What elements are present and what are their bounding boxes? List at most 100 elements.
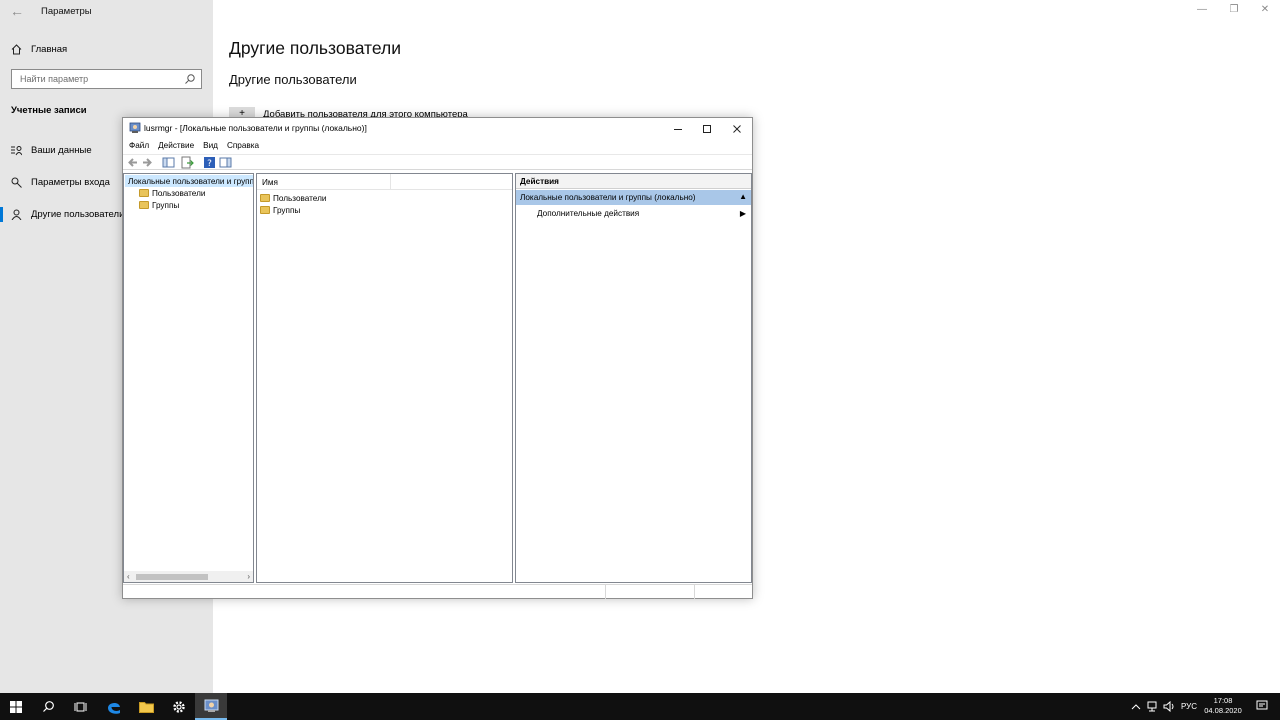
menu-file[interactable]: Файл — [129, 139, 154, 153]
actions-header: Действия — [516, 174, 751, 189]
taskbar: РУС 17:08 04.08.2020 — [0, 693, 1280, 720]
key-icon — [11, 177, 22, 188]
back-arrow-icon[interactable]: ← — [10, 4, 24, 18]
clock[interactable]: 17:08 04.08.2020 — [1202, 696, 1244, 716]
column-header-name[interactable]: Имя — [262, 178, 278, 187]
collapse-up-icon[interactable]: ▲ — [739, 192, 747, 201]
network-button[interactable] — [1147, 693, 1159, 720]
person-icon — [11, 209, 22, 220]
column-separator[interactable] — [390, 174, 391, 190]
task-view-icon — [74, 702, 86, 711]
submenu-arrow-icon[interactable]: ▶ — [740, 209, 746, 218]
clock-time: 17:08 — [1213, 696, 1233, 705]
sidebar-item-sign-in-options[interactable]: Параметры входа — [11, 175, 110, 189]
title-bar[interactable]: lusrmgr - [Локальные пользователи и груп… — [123, 118, 752, 139]
list-item-label: Пользователи — [273, 193, 327, 203]
status-separator — [605, 585, 606, 599]
tree-node-root[interactable]: Локальные пользователи и группы (локальн… — [125, 175, 254, 187]
folder-icon — [139, 189, 149, 197]
search-icon[interactable] — [184, 73, 196, 85]
sidebar-item-other-users[interactable]: Другие пользователи — [11, 207, 124, 221]
tree-node-users[interactable]: Пользователи — [139, 187, 205, 199]
windows-logo-icon — [10, 700, 22, 713]
sidebar-item-label: Ваши данные — [31, 144, 92, 156]
gear-icon — [173, 700, 185, 713]
network-icon — [1147, 701, 1157, 712]
search-placeholder: Найти параметр — [20, 74, 89, 84]
taskbar-lusrmgr[interactable] — [195, 693, 227, 720]
sidebar-item-label: Главная — [31, 43, 68, 55]
scroll-left-icon[interactable]: ‹ — [127, 572, 130, 581]
tree-node-label: Группы — [152, 200, 180, 210]
list-item[interactable]: Пользователи — [260, 192, 326, 204]
console-tree-pane: Локальные пользователи и группы (локальн… — [123, 173, 254, 583]
menu-help[interactable]: Справка — [227, 139, 264, 153]
export-list-icon[interactable] — [181, 156, 194, 169]
search-icon — [42, 701, 54, 712]
section-title: Другие пользователи — [229, 72, 357, 87]
settings-search-input[interactable]: Найти параметр — [11, 69, 202, 89]
start-button[interactable] — [0, 693, 32, 720]
list-header: Имя — [257, 174, 512, 190]
maximize-icon — [703, 124, 711, 133]
help-icon[interactable]: ? — [203, 156, 216, 169]
folder-icon — [260, 206, 270, 214]
home-icon — [11, 43, 22, 54]
show-hidden-icons-button[interactable] — [1131, 693, 1141, 720]
users-app-icon — [204, 699, 218, 712]
minimize-button[interactable] — [663, 120, 693, 137]
toolbar: ? — [123, 154, 752, 170]
search-button[interactable] — [32, 693, 64, 720]
window-title: lusrmgr - [Локальные пользователи и груп… — [144, 123, 367, 133]
sidebar-item-label: Другие пользователи — [31, 208, 125, 220]
list-item[interactable]: Группы — [260, 204, 300, 216]
forward-icon[interactable] — [141, 156, 154, 169]
folder-icon — [139, 201, 149, 209]
language-label: РУС — [1181, 702, 1198, 711]
menu-view[interactable]: Вид — [203, 139, 223, 153]
restore-icon[interactable]: ❐ — [1229, 5, 1239, 15]
active-indicator — [0, 207, 3, 222]
minimize-icon[interactable]: — — [1197, 5, 1207, 15]
sidebar-section-title: Учетные записи — [11, 105, 87, 116]
actions-pane: Действия Локальные пользователи и группы… — [515, 173, 752, 583]
close-icon[interactable]: ✕ — [1260, 5, 1270, 15]
taskbar-file-explorer[interactable] — [130, 693, 162, 720]
svg-text:?: ? — [207, 159, 212, 169]
lusrmgr-window: lusrmgr - [Локальные пользователи и груп… — [122, 117, 753, 599]
results-pane: Имя Пользователи Группы — [256, 173, 513, 583]
horizontal-scrollbar[interactable]: ‹ › — [124, 571, 253, 582]
volume-button[interactable] — [1163, 693, 1176, 720]
actions-selected-label: Локальные пользователи и группы (локальн… — [520, 193, 696, 202]
minimize-icon — [674, 128, 682, 130]
tree-node-label: Локальные пользователи и группы (локальн… — [128, 176, 254, 186]
taskbar-edge[interactable] — [98, 693, 130, 720]
menu-action[interactable]: Действие — [158, 139, 199, 153]
scrollbar-thumb[interactable] — [136, 574, 208, 580]
clock-date: 04.08.2020 — [1204, 706, 1242, 715]
status-bar — [123, 584, 752, 599]
chevron-up-icon — [1131, 703, 1141, 709]
edge-icon — [108, 702, 120, 714]
back-icon[interactable] — [126, 156, 139, 169]
status-separator — [694, 585, 695, 599]
actions-selected-node[interactable]: Локальные пользователи и группы (локальн… — [516, 190, 751, 205]
maximize-button[interactable] — [692, 120, 722, 137]
notification-icon[interactable] — [1256, 700, 1268, 712]
close-button[interactable] — [722, 120, 752, 137]
users-app-icon — [129, 122, 141, 133]
sidebar-item-your-info[interactable]: Ваши данные — [11, 143, 92, 157]
show-hide-tree-icon[interactable] — [162, 156, 175, 169]
folder-icon — [260, 194, 270, 202]
sidebar-item-label: Параметры входа — [31, 176, 110, 188]
scroll-right-icon[interactable]: › — [247, 572, 250, 581]
task-view-button[interactable] — [64, 693, 96, 720]
more-actions-item[interactable]: Дополнительные действия — [537, 209, 639, 218]
menu-bar: Файл Действие Вид Справка — [123, 139, 752, 153]
sidebar-item-home[interactable]: Главная — [11, 42, 67, 56]
language-indicator[interactable]: РУС — [1181, 693, 1197, 720]
tree-node-label: Пользователи — [152, 188, 206, 198]
show-action-pane-icon[interactable] — [219, 156, 232, 169]
taskbar-settings[interactable] — [163, 693, 195, 720]
tree-node-groups[interactable]: Группы — [139, 199, 179, 211]
